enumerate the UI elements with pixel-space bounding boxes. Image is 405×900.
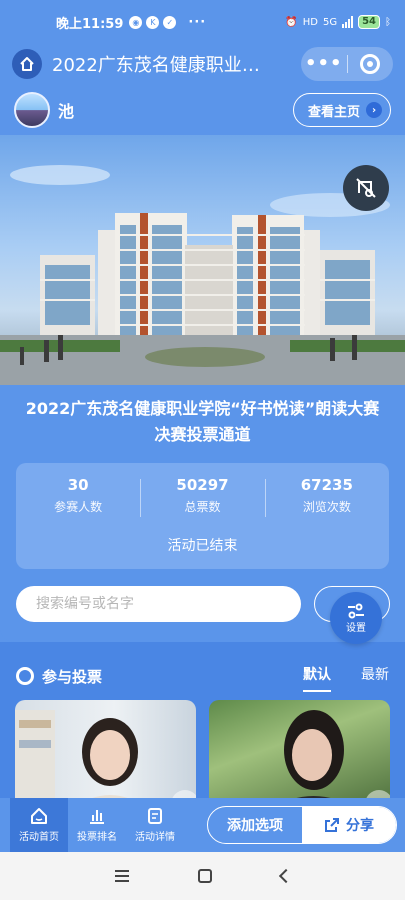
- candidate-card[interactable]: [209, 700, 390, 810]
- campus-building-illustration: [0, 165, 405, 385]
- page-title: 2022广东茂名健康职业学院“好书悦读”朗读大赛决赛投票通道: [52, 55, 272, 76]
- search-input[interactable]: [16, 586, 301, 622]
- system-back-button[interactable]: [278, 868, 293, 884]
- settings-label: 设置: [346, 622, 366, 634]
- stats-card: 30 参赛人数 50297 总票数 67235 浏览次数 活动已结束: [16, 463, 389, 569]
- more-notifications-icon: ···: [188, 14, 207, 30]
- share-label: 分享: [346, 818, 374, 834]
- share-icon: [325, 818, 339, 832]
- battery-indicator: 54: [358, 15, 380, 29]
- status-bar: 晚上11:59 ◉ K ✓ ··· ⏰ HD 5G 54 ᛒ: [0, 0, 405, 44]
- home-icon: [31, 808, 47, 824]
- mini-program-capsule: •••: [301, 47, 393, 81]
- more-icon: •••: [304, 53, 343, 74]
- music-off-icon: [356, 178, 376, 198]
- nav-vote-ranking[interactable]: 投票排名: [68, 798, 126, 852]
- alarm-icon: ⏰: [285, 16, 298, 28]
- stat-total-votes: 50297 总票数: [140, 475, 264, 519]
- close-mini-program-button[interactable]: [348, 47, 394, 81]
- candidate-photo: [269, 710, 390, 810]
- sort-tabs: 默认 最新: [303, 664, 389, 692]
- bottom-navigation: 活动首页 投票排名 活动详情 添加选项 分享: [0, 798, 405, 852]
- stat-label: 总票数: [184, 500, 221, 514]
- ring-icon: [16, 667, 34, 685]
- chevron-right-icon: ›: [366, 102, 382, 118]
- add-option-button[interactable]: 添加选项: [208, 807, 302, 843]
- status-time: 晚上11:59: [56, 16, 124, 32]
- view-homepage-button[interactable]: 查看主页 ›: [292, 93, 391, 127]
- candidate-photo: [15, 710, 196, 810]
- avatar[interactable]: [14, 92, 50, 128]
- stat-value: 50297: [176, 476, 229, 494]
- stat-value: 67235: [300, 476, 353, 494]
- nav-activity-home[interactable]: 活动首页: [10, 798, 68, 852]
- tab-default[interactable]: 默认: [303, 664, 331, 692]
- stat-label: 参赛人数: [54, 500, 103, 514]
- nav-activity-details[interactable]: 活动详情: [126, 798, 184, 852]
- target-icon: [360, 54, 381, 74]
- candidate-card[interactable]: [15, 700, 196, 810]
- stat-value: 30: [67, 476, 89, 494]
- home-icon: [20, 57, 34, 71]
- system-home-button[interactable]: [197, 869, 212, 883]
- qq-notification-icon: ◉: [129, 15, 143, 29]
- hd-indicator: HD: [302, 16, 318, 28]
- title-bar: 2022广东茂名健康职业学院“好书悦读”朗读大赛决赛投票通道 •••: [0, 44, 405, 84]
- recent-apps-button[interactable]: [114, 870, 129, 882]
- shield-notification-icon: ✓: [163, 15, 177, 29]
- tab-latest[interactable]: 最新: [361, 664, 389, 688]
- document-icon: [148, 808, 162, 824]
- signal-icon: [342, 16, 354, 28]
- network-type: 5G: [322, 16, 338, 28]
- stat-views: 67235 浏览次数: [264, 475, 389, 519]
- settings-sliders-icon: [348, 603, 364, 618]
- vote-section-title: 参与投票: [42, 667, 103, 686]
- share-button[interactable]: 分享: [302, 807, 396, 843]
- stat-participants: 30 参赛人数: [16, 475, 140, 519]
- stat-label: 浏览次数: [302, 500, 351, 514]
- bluetooth-icon: ᛒ: [385, 16, 391, 28]
- banner-image: [0, 135, 405, 385]
- event-status: 活动已结束: [167, 538, 238, 554]
- app-notification-icon: K: [146, 15, 160, 29]
- vote-section-header: 参与投票 默认 最新: [16, 664, 389, 692]
- nav-label: 活动详情: [135, 832, 175, 843]
- settings-button[interactable]: 设置: [330, 592, 382, 644]
- view-homepage-label: 查看主页: [307, 104, 360, 120]
- event-title: 2022广东茂名健康职业学院“好书悦读”朗读大赛决赛投票通道: [25, 399, 380, 444]
- home-button[interactable]: [12, 49, 42, 79]
- music-toggle-button[interactable]: [343, 165, 389, 211]
- nav-label: 投票排名: [77, 832, 117, 843]
- account-row: 池 查看主页 ›: [0, 88, 405, 132]
- bar-chart-icon: [90, 810, 104, 824]
- account-name: 池: [58, 102, 75, 121]
- action-group: 添加选项 分享: [207, 806, 397, 844]
- system-navigation-bar: [0, 852, 405, 900]
- more-button[interactable]: •••: [301, 47, 347, 81]
- nav-label: 活动首页: [19, 832, 59, 843]
